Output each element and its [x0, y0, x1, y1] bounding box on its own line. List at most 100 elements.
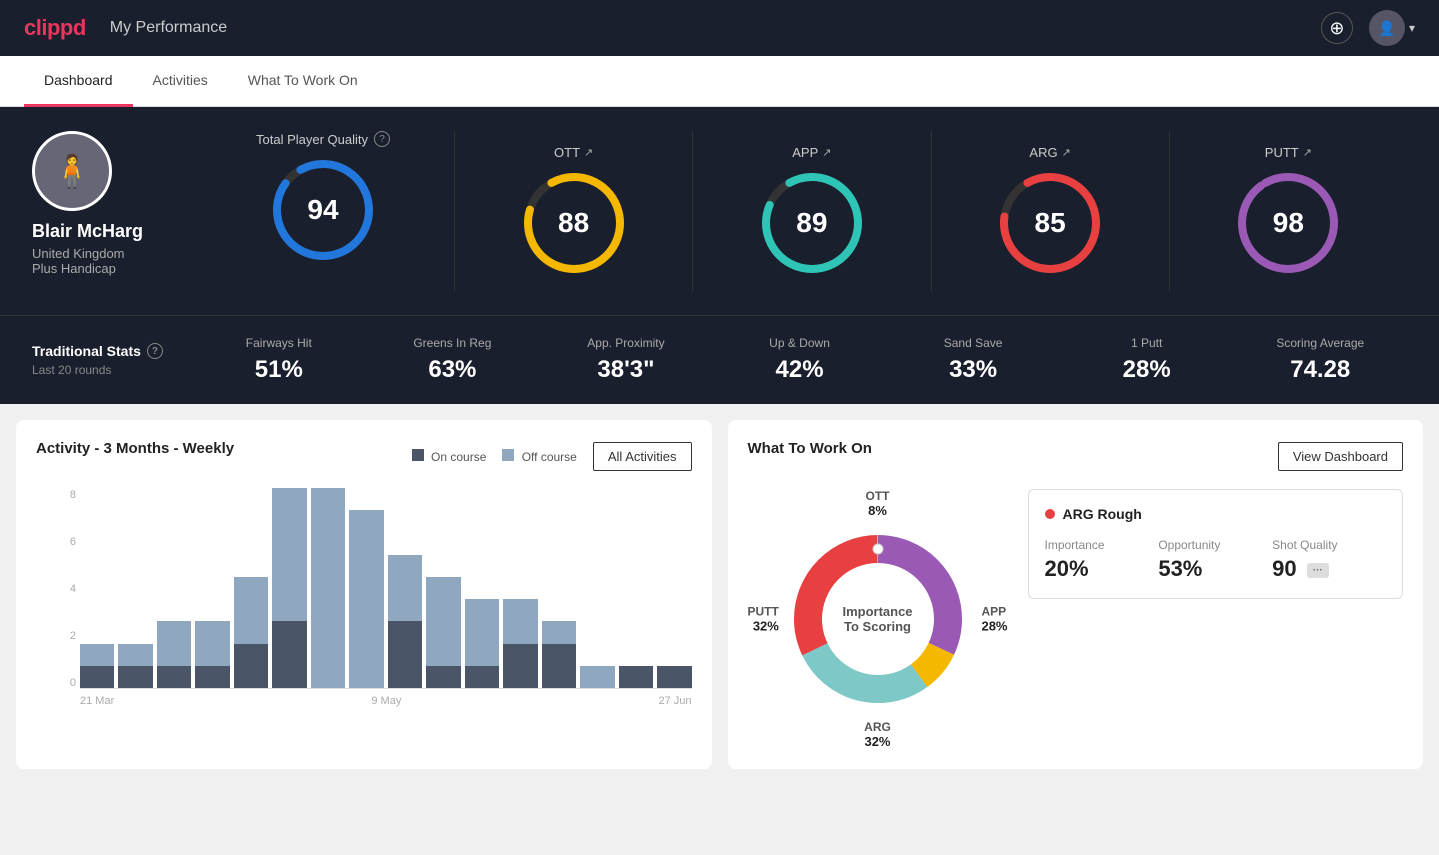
arg-arrow-icon: ↗ — [1062, 146, 1071, 159]
ott-arrow-icon: ↗ — [584, 146, 593, 159]
bar-chart-area: 8 6 4 2 0 21 Mar 9 May 27 Jun — [36, 489, 692, 707]
bar-on-course — [542, 644, 576, 688]
arg-rough-card: ARG Rough Importance 20% Opportunity 53%… — [1028, 489, 1404, 599]
donut-svg-container: Importance To Scoring — [778, 519, 978, 719]
wtwo-header: What To Work On View Dashboard — [748, 440, 1404, 473]
add-button[interactable]: ⊕ — [1321, 12, 1353, 44]
arg-rough-dot — [1045, 509, 1055, 519]
putt-score-card: PUTT ↗ 98 — [1170, 131, 1407, 291]
app-logo: clippd — [24, 15, 86, 41]
legend-on-course: On course — [412, 449, 487, 464]
player-info: 🧍 Blair McHarg United Kingdom Plus Handi… — [32, 131, 192, 276]
arg-donut-label: ARG 32% — [864, 720, 891, 749]
player-section: 🧍 Blair McHarg United Kingdom Plus Handi… — [32, 131, 1407, 291]
putt-circle: 98 — [1233, 168, 1343, 278]
view-dashboard-button[interactable]: View Dashboard — [1278, 442, 1403, 471]
stats-label-section: Traditional Stats ? Last 20 rounds — [32, 343, 192, 377]
bar-off-course — [426, 577, 460, 666]
header-left: clippd My Performance — [24, 15, 227, 41]
detail-metrics: Importance 20% Opportunity 53% Shot Qual… — [1045, 538, 1387, 582]
stats-row: Traditional Stats ? Last 20 rounds Fairw… — [0, 315, 1439, 404]
user-menu-arrow: ▾ — [1409, 21, 1415, 35]
app-value: 89 — [796, 207, 827, 239]
user-menu-button[interactable]: 👤 ▾ — [1369, 10, 1415, 46]
total-quality-section: Total Player Quality ? 94 — [232, 131, 414, 265]
bar-group — [542, 488, 576, 688]
bar-off-course — [272, 488, 306, 621]
main-tabs: Dashboard Activities What To Work On — [0, 56, 1439, 107]
bar-group — [426, 488, 460, 688]
putt-label: PUTT ↗ — [1265, 145, 1312, 160]
bar-off-course — [465, 599, 499, 666]
bar-off-course — [80, 644, 114, 666]
bar-group — [311, 488, 345, 688]
stats-subtitle: Last 20 rounds — [32, 363, 192, 377]
tab-what-to-work-on[interactable]: What To Work On — [228, 56, 378, 107]
bar-group — [349, 488, 383, 688]
off-course-dot — [502, 449, 514, 461]
bar-group — [118, 488, 152, 688]
bar-off-course — [542, 621, 576, 643]
stat-up-down: Up & Down 42% — [713, 336, 887, 384]
player-handicap: Plus Handicap — [32, 261, 192, 276]
ott-score-card: OTT ↗ 88 — [455, 131, 693, 291]
chart-legend: On course Off course — [412, 449, 577, 464]
performance-panel: 🧍 Blair McHarg United Kingdom Plus Handi… — [0, 107, 1439, 315]
chart-header: Activity - 3 Months - Weekly On course O… — [36, 440, 692, 473]
shot-quality-metric: Shot Quality 90 ··· — [1272, 538, 1386, 582]
bar-on-course — [465, 666, 499, 688]
header-right: ⊕ 👤 ▾ — [1321, 10, 1415, 46]
bar-group — [465, 488, 499, 688]
chart-title: Activity - 3 Months - Weekly — [36, 440, 234, 457]
bar-on-course — [426, 666, 460, 688]
putt-arrow-icon: ↗ — [1303, 146, 1312, 159]
putt-donut-label: PUTT 32% — [748, 605, 779, 634]
bar-off-course — [234, 577, 268, 644]
ott-donut-label: OTT 8% — [866, 489, 890, 518]
on-course-dot — [412, 449, 424, 461]
stat-1-putt: 1 Putt 28% — [1060, 336, 1234, 384]
app-label: APP ↗ — [792, 145, 831, 160]
bar-chart-with-axis: 8 6 4 2 0 — [60, 489, 692, 689]
app-circle: 89 — [757, 168, 867, 278]
user-avatar: 👤 — [1369, 10, 1405, 46]
stat-fairways-hit: Fairways Hit 51% — [192, 336, 366, 384]
putt-value: 98 — [1273, 207, 1304, 239]
wtwo-title: What To Work On — [748, 440, 872, 457]
tab-dashboard[interactable]: Dashboard — [24, 56, 133, 107]
bar-off-course — [503, 599, 537, 643]
bar-on-course — [234, 644, 268, 688]
bar-group — [272, 488, 306, 688]
stats-title: Traditional Stats ? — [32, 343, 192, 359]
bar-group — [157, 488, 191, 688]
bar-on-course — [80, 666, 114, 688]
bar-on-course — [272, 621, 306, 688]
page-title: My Performance — [110, 19, 227, 37]
donut-with-labels: OTT 8% APP 28% ARG 32% PUTT — [748, 489, 1008, 749]
total-quality-value: 94 — [307, 194, 338, 226]
bar-off-course — [580, 666, 614, 688]
bar-off-course — [157, 621, 191, 665]
bar-on-course — [657, 666, 691, 688]
bar-off-course — [388, 555, 422, 622]
arg-circle: 85 — [995, 168, 1105, 278]
tab-activities[interactable]: Activities — [133, 56, 228, 107]
bar-off-course — [118, 644, 152, 666]
wtwo-detail: ARG Rough Importance 20% Opportunity 53%… — [1028, 489, 1404, 749]
total-quality-circle: 94 — [268, 155, 378, 265]
bar-on-course — [118, 666, 152, 688]
stats-info-icon[interactable]: ? — [147, 343, 163, 359]
stat-greens-in-reg: Greens In Reg 63% — [366, 336, 540, 384]
bar-group — [195, 488, 229, 688]
bar-group — [580, 488, 614, 688]
bar-on-course — [503, 644, 537, 688]
all-activities-button[interactable]: All Activities — [593, 442, 692, 471]
info-icon[interactable]: ? — [374, 131, 390, 147]
stat-sand-save: Sand Save 33% — [886, 336, 1060, 384]
bar-off-course — [349, 510, 383, 688]
bar-on-course — [157, 666, 191, 688]
arg-rough-title: ARG Rough — [1045, 506, 1387, 522]
bar-group — [619, 488, 653, 688]
bar-group — [234, 488, 268, 688]
importance-metric: Importance 20% — [1045, 538, 1159, 582]
